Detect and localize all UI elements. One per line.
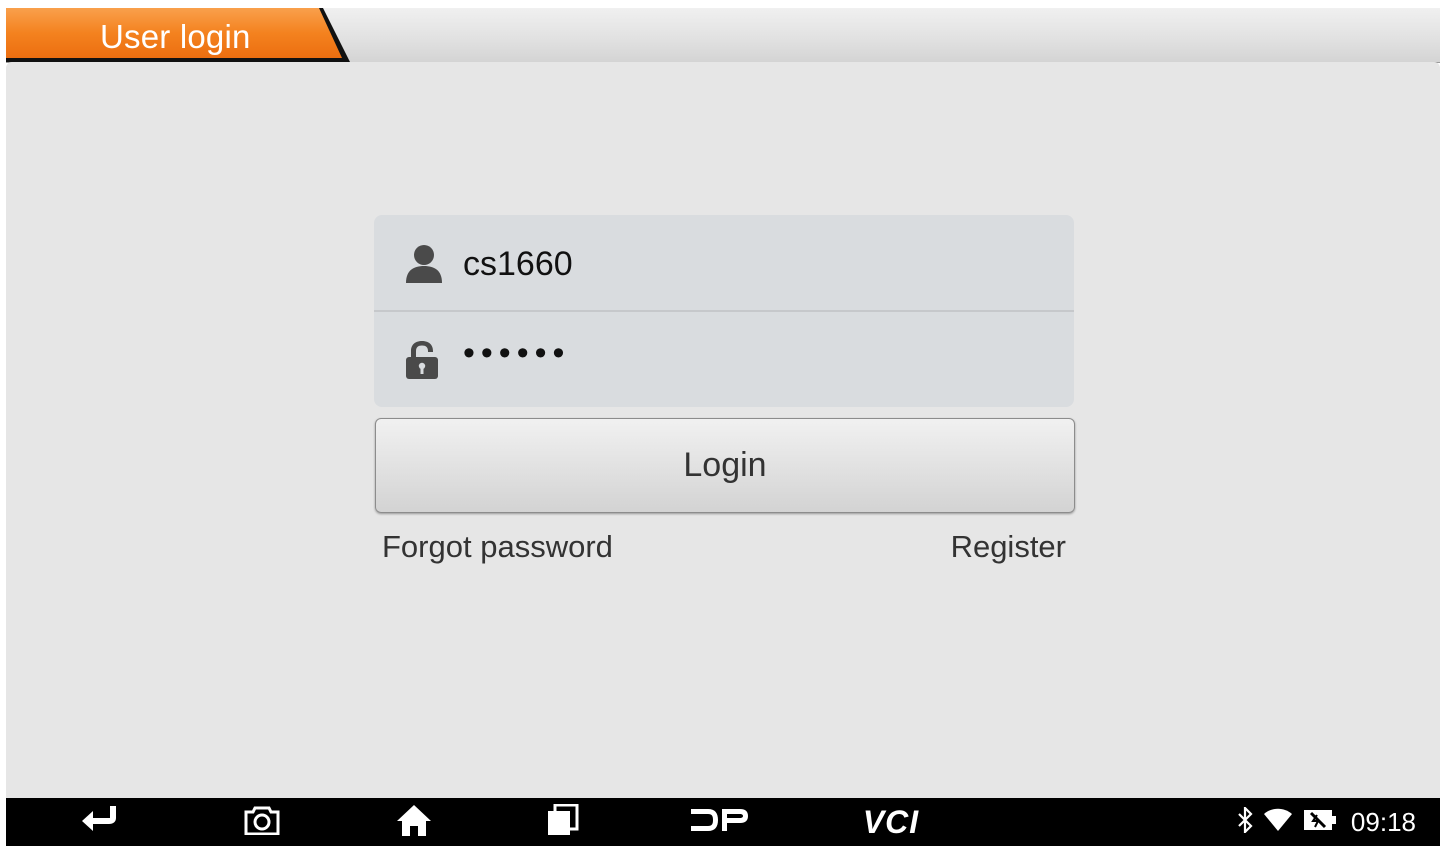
- title-bar: User login: [6, 8, 1440, 63]
- home-icon: [396, 803, 432, 842]
- login-form: cs1660 •••••• Login Forgot password Regi…: [374, 215, 1075, 564]
- screenshot-button[interactable]: [234, 798, 290, 846]
- wifi-icon: [1263, 808, 1293, 837]
- dp-logo-icon: [688, 805, 750, 840]
- vci-button[interactable]: VCI: [856, 798, 926, 846]
- battery-icon: [1303, 808, 1337, 837]
- user-icon: [404, 243, 444, 288]
- vci-icon: VCI: [862, 803, 920, 840]
- camera-icon: [244, 805, 280, 840]
- dp-button[interactable]: [684, 798, 754, 846]
- recent-apps-button[interactable]: [534, 798, 590, 846]
- recent-apps-icon: [545, 803, 579, 841]
- password-value: ••••••: [463, 334, 571, 372]
- username-value: cs1660: [463, 245, 573, 283]
- lock-icon: [404, 340, 440, 385]
- status-area: 09:18: [1237, 798, 1416, 846]
- home-button[interactable]: [386, 798, 442, 846]
- login-button[interactable]: Login: [375, 418, 1075, 513]
- navigation-bar: VCI 09:18: [6, 798, 1440, 846]
- forgot-password-link[interactable]: Forgot password: [382, 529, 613, 565]
- bluetooth-icon: [1237, 804, 1253, 838]
- page-title: User login: [100, 18, 251, 55]
- title-tab: User login: [6, 8, 350, 62]
- app-window: User login cs1660 •••••• Login Forgot pa…: [6, 0, 1440, 846]
- main-content: cs1660 •••••• Login Forgot password Regi…: [6, 62, 1440, 798]
- register-link[interactable]: Register: [951, 529, 1066, 565]
- status-clock: 09:18: [1350, 806, 1416, 837]
- username-field[interactable]: cs1660: [374, 215, 1074, 312]
- back-button[interactable]: [72, 798, 128, 846]
- back-icon: [81, 805, 119, 840]
- password-field[interactable]: ••••••: [374, 312, 1074, 407]
